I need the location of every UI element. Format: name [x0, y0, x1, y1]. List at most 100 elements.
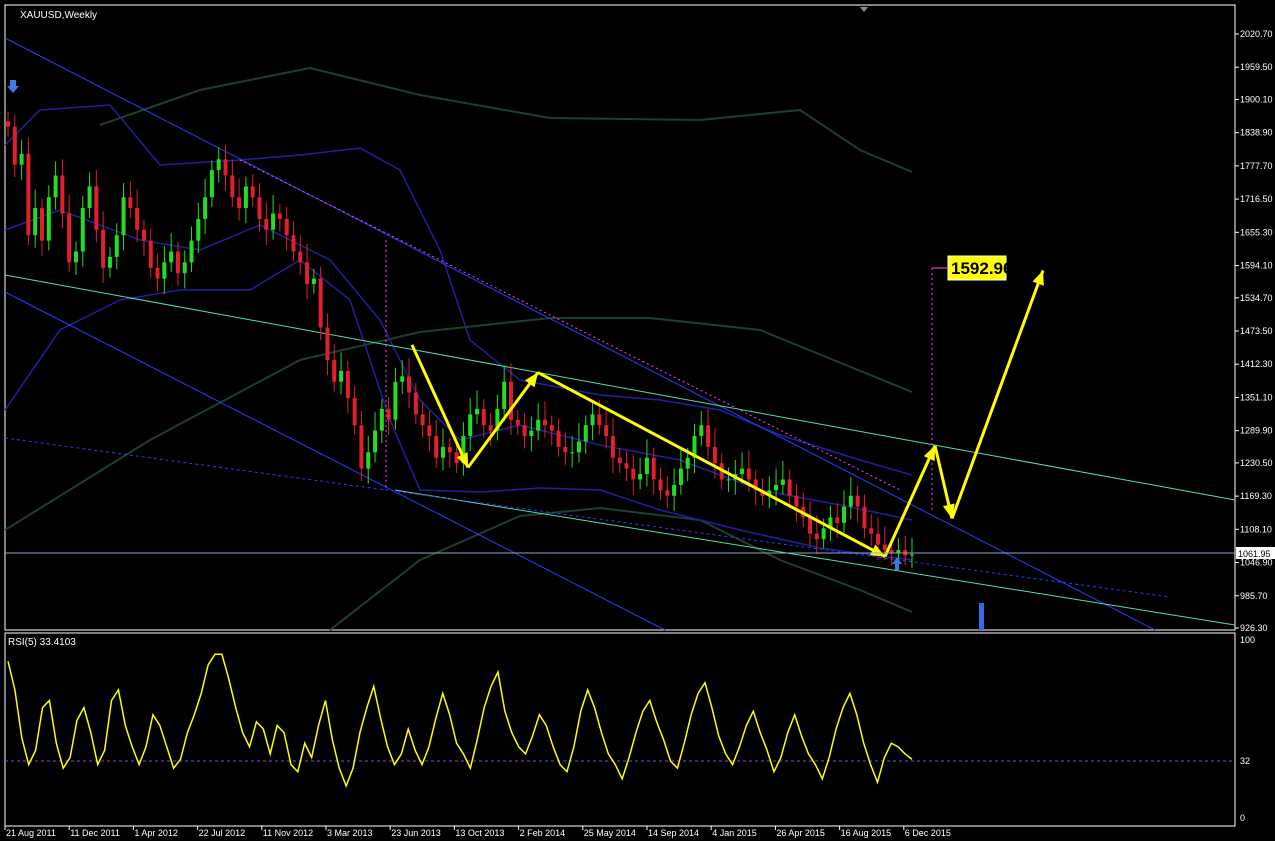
candle-body: [638, 474, 643, 480]
candle-body: [726, 479, 731, 481]
candle-body: [182, 262, 187, 274]
price-label: 1046.90: [1240, 558, 1273, 568]
candle-body: [896, 550, 901, 553]
time-label: 4 Jan 2015: [712, 828, 757, 838]
candle-body: [556, 430, 561, 447]
price-label: 1655.30: [1240, 227, 1273, 237]
candle-body: [33, 208, 38, 236]
candle-body: [12, 126, 17, 165]
price-label: 1412.30: [1240, 359, 1273, 369]
candle-body: [821, 528, 826, 540]
candle-body: [597, 414, 602, 426]
candle-body: [257, 197, 262, 219]
candle-body: [366, 452, 371, 469]
candle-body: [808, 517, 813, 534]
candle-body: [305, 262, 310, 285]
candle-body: [311, 278, 316, 285]
candle-body: [665, 490, 670, 496]
candle-body: [488, 425, 493, 431]
candle-body: [46, 197, 51, 241]
time-label: 22 Jul 2012: [199, 828, 246, 838]
candle-body: [135, 208, 140, 230]
time-label: 2 Feb 2014: [520, 828, 566, 838]
candle-body: [842, 506, 847, 523]
candle-body: [175, 251, 180, 274]
candle-body: [814, 533, 819, 540]
candle-body: [706, 425, 711, 447]
candle-body: [678, 468, 683, 485]
candle-body: [393, 381, 398, 420]
candle-body: [407, 376, 412, 393]
candle-body: [250, 186, 255, 198]
candle-body: [73, 251, 78, 263]
candle-body: [203, 197, 208, 219]
price-label: 1534.70: [1240, 293, 1273, 303]
candle-body: [774, 484, 779, 491]
price-label: 1838.90: [1240, 128, 1273, 138]
candle-body: [474, 408, 479, 415]
candle-body: [508, 381, 513, 420]
price-label: 926.30: [1240, 623, 1268, 633]
price-label: 1473.50: [1240, 326, 1273, 336]
candle-body: [264, 218, 269, 230]
candle-body: [889, 550, 894, 553]
trading-chart[interactable]: XAUUSD,Weekly RSI(5) 33.4103 1592.96 202…: [0, 0, 1275, 841]
rsi-plot-area[interactable]: [4, 632, 1236, 827]
scroll-marker[interactable]: [979, 603, 984, 630]
candle-body: [617, 457, 622, 464]
price-label: 1169.30: [1240, 491, 1272, 501]
candle-body: [434, 436, 439, 458]
candle-body: [189, 240, 194, 263]
candle-body: [373, 430, 378, 453]
time-label: 21 Aug 2011: [6, 828, 56, 838]
candle-body: [529, 430, 534, 437]
candle-body: [209, 170, 214, 198]
candle-body: [651, 457, 656, 480]
candle-body: [549, 425, 554, 431]
time-label: 14 Sep 2014: [648, 828, 699, 838]
candle-body: [53, 175, 58, 198]
candle-body: [855, 495, 860, 507]
candle-body: [243, 186, 248, 209]
time-label: 13 Oct 2013: [455, 828, 504, 838]
candle-body: [848, 495, 853, 507]
candle-body: [339, 370, 344, 382]
price-label: 2020.70: [1240, 29, 1273, 39]
candle-body: [420, 414, 425, 426]
rsi-axis: 100 32 0: [1240, 635, 1255, 823]
price-label: 1230.50: [1240, 458, 1273, 468]
candle-body: [563, 446, 568, 453]
candle-body: [352, 398, 357, 426]
candle-body: [298, 251, 303, 263]
time-label: 23 Jun 2013: [391, 828, 441, 838]
candle-body: [481, 408, 486, 426]
candle-body: [141, 229, 146, 241]
candle-body: [447, 446, 452, 453]
candle-body: [67, 213, 72, 263]
candle-body: [882, 544, 887, 551]
candle-body: [94, 186, 99, 230]
price-label: 1716.50: [1240, 194, 1273, 204]
candle-body: [910, 554, 914, 556]
candle-body: [542, 419, 547, 426]
candle-body: [794, 495, 799, 507]
candle-body: [610, 436, 615, 458]
candle-body: [216, 159, 221, 171]
candle-body: [39, 208, 44, 241]
time-label: 11 Dec 2011: [70, 828, 120, 838]
candle-body: [80, 208, 85, 252]
price-label: 1777.70: [1240, 161, 1273, 171]
price-axis: 2020.70 1959.50 1900.10 1838.90 1777.70 1716.…: [1235, 29, 1273, 633]
candle-body: [155, 267, 160, 279]
rsi-level-label: 32: [1240, 756, 1250, 766]
candle-body: [325, 327, 330, 361]
candle-body: [332, 360, 337, 382]
candle-body: [271, 213, 276, 230]
time-label: 11 Nov 2012: [263, 828, 313, 838]
candle-body: [413, 392, 418, 415]
candle-body: [644, 457, 649, 475]
price-label: 1108.10: [1240, 524, 1272, 534]
time-label: 3 Mar 2013: [327, 828, 373, 838]
target-price-label: 1592.96: [951, 259, 1012, 278]
candle-body: [277, 213, 282, 219]
